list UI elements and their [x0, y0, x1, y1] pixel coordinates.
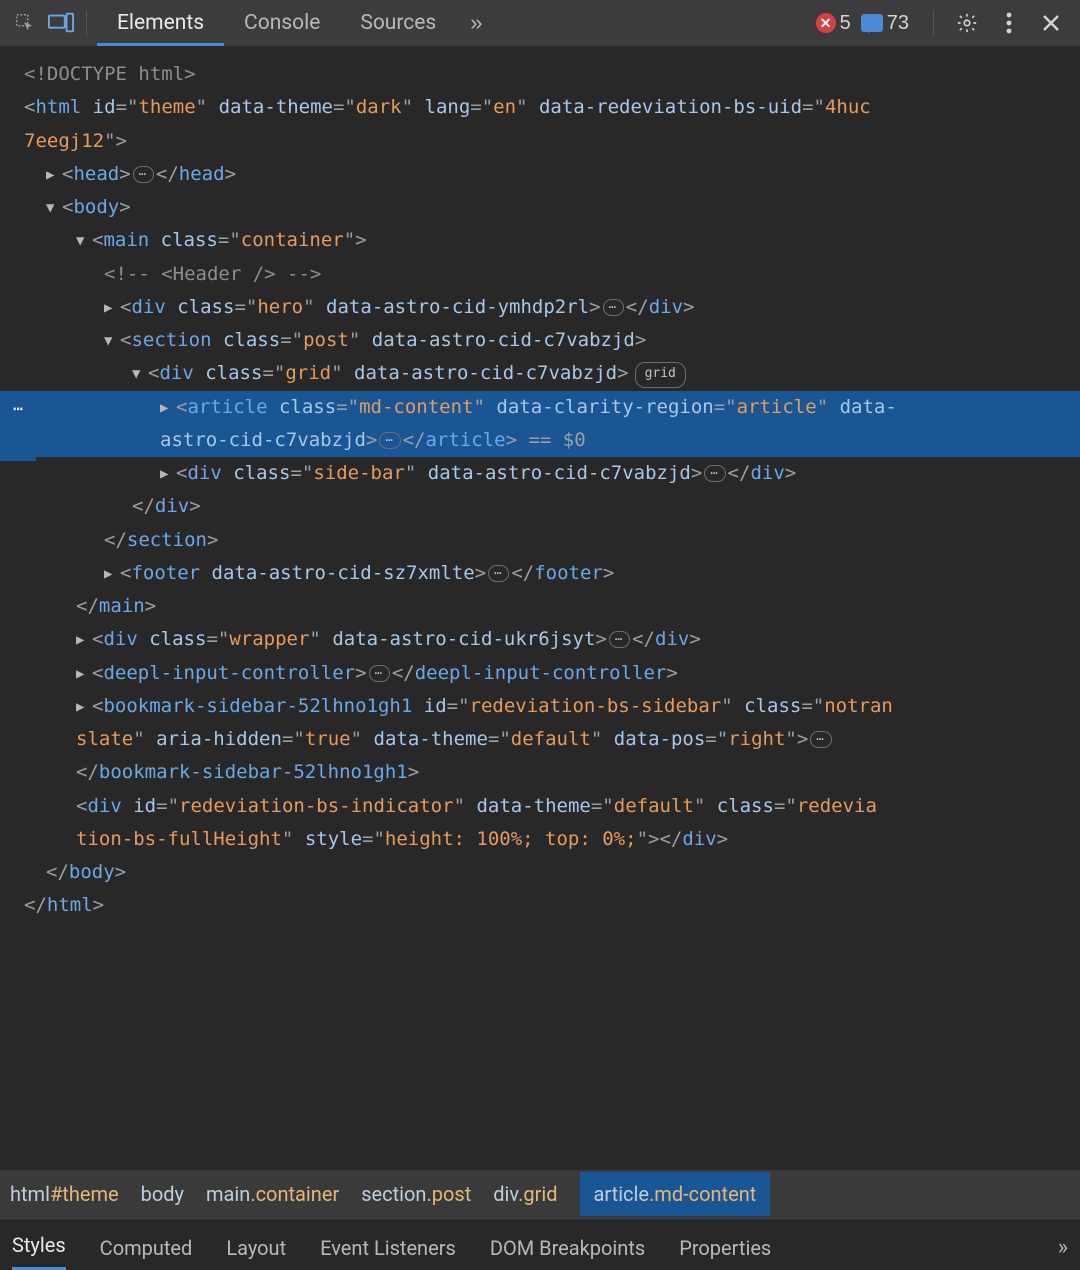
- grid-close[interactable]: </div>: [0, 490, 1080, 523]
- grid-open[interactable]: ▼<div class="grid" data-astro-cid-c7vabz…: [0, 357, 1080, 390]
- ellipsis-icon[interactable]: ⋯: [488, 565, 509, 582]
- subtab-properties[interactable]: Properties: [679, 1236, 771, 1270]
- settings-icon[interactable]: [952, 8, 982, 38]
- device-toggle-icon[interactable]: [44, 6, 78, 40]
- subtab-styles[interactable]: Styles: [12, 1233, 66, 1270]
- issues-count[interactable]: 73: [861, 12, 909, 35]
- ellipsis-icon[interactable]: ⋯: [609, 631, 630, 648]
- ellipsis-icon[interactable]: ⋯: [603, 299, 624, 316]
- issues-icon: [861, 14, 883, 32]
- body-open[interactable]: ▼<body>: [0, 191, 1080, 224]
- ellipsis-icon[interactable]: ⋯: [810, 731, 831, 748]
- more-subtabs-icon[interactable]: »: [1058, 1235, 1068, 1270]
- subtab-layout[interactable]: Layout: [226, 1236, 286, 1270]
- breadcrumb-item[interactable]: main.container: [206, 1182, 339, 1206]
- selected-node-row[interactable]: ⋯ ▶<article class="md-content" data-clar…: [0, 391, 1080, 458]
- sidebar-line[interactable]: ▶<div class="side-bar" data-astro-cid-c7…: [0, 457, 1080, 490]
- section-close[interactable]: </section>: [0, 524, 1080, 557]
- head-line[interactable]: ▶<head>⋯</head>: [0, 158, 1080, 191]
- subtab-computed[interactable]: Computed: [100, 1236, 193, 1270]
- ellipsis-icon[interactable]: ⋯: [379, 432, 400, 449]
- subtab-event-listeners[interactable]: Event Listeners: [320, 1236, 456, 1270]
- breadcrumb-item[interactable]: body: [141, 1182, 184, 1206]
- deepl-line[interactable]: ▶<deepl-input-controller>⋯</deepl-input-…: [0, 657, 1080, 690]
- footer-line[interactable]: ▶<footer data-astro-cid-sz7xmlte>⋯</foot…: [0, 557, 1080, 590]
- breadcrumb-item[interactable]: section.post: [361, 1182, 471, 1206]
- separator: [933, 10, 934, 36]
- hero-line[interactable]: ▶<div class="hero" data-astro-cid-ymhdp2…: [0, 291, 1080, 324]
- main-open[interactable]: ▼<main class="container">: [0, 224, 1080, 257]
- html-open[interactable]: <html id="theme" data-theme="dark" lang=…: [0, 91, 1080, 124]
- indicator-cont[interactable]: tion-bs-fullHeight" style="height: 100%;…: [0, 823, 1080, 856]
- subtab-dom-breakpoints[interactable]: DOM Breakpoints: [490, 1236, 645, 1270]
- breadcrumb-item[interactable]: div.grid: [493, 1182, 557, 1206]
- bookmark-close[interactable]: </bookmark-sidebar-52lhno1gh1>: [0, 756, 1080, 789]
- error-count[interactable]: ✕ 5: [816, 12, 851, 35]
- main-close[interactable]: </main>: [0, 590, 1080, 623]
- header-comment[interactable]: <!-- <Header /> -->: [0, 258, 1080, 291]
- more-menu-icon[interactable]: [994, 8, 1024, 38]
- indicator-open[interactable]: <div id="redeviation-bs-indicator" data-…: [0, 790, 1080, 823]
- ellipsis-icon[interactable]: ⋯: [704, 465, 725, 482]
- grid-badge[interactable]: grid: [635, 362, 686, 388]
- section-open[interactable]: ▼<section class="post" data-astro-cid-c7…: [0, 324, 1080, 357]
- breadcrumb-item[interactable]: html#theme: [10, 1182, 119, 1206]
- more-tabs-icon[interactable]: »: [456, 10, 496, 36]
- inspect-icon[interactable]: [8, 6, 42, 40]
- bookmark-cont[interactable]: slate" aria-hidden="true" data-theme="de…: [0, 723, 1080, 756]
- ellipsis-icon[interactable]: ⋯: [133, 166, 154, 183]
- tab-elements[interactable]: Elements: [97, 1, 224, 46]
- devtools-toolbar: ElementsConsoleSources » ✕ 5 73: [0, 0, 1080, 46]
- elements-tree[interactable]: <!DOCTYPE html> <html id="theme" data-th…: [0, 46, 1080, 1170]
- html-open-cont[interactable]: 7eegj12">: [0, 125, 1080, 158]
- gutter-more-icon[interactable]: ⋯: [0, 391, 36, 461]
- tab-sources[interactable]: Sources: [340, 1, 456, 46]
- doctype-line[interactable]: <!DOCTYPE html>: [0, 58, 1080, 91]
- tab-console[interactable]: Console: [224, 1, 340, 46]
- ellipsis-icon[interactable]: ⋯: [369, 665, 390, 682]
- html-close[interactable]: </html>: [0, 889, 1080, 922]
- error-icon: ✕: [816, 13, 836, 33]
- wrapper-line[interactable]: ▶<div class="wrapper" data-astro-cid-ukr…: [0, 623, 1080, 656]
- separator: [86, 10, 87, 36]
- breadcrumb-item[interactable]: article.md-content: [580, 1172, 771, 1216]
- body-close[interactable]: </body>: [0, 856, 1080, 889]
- bookmark-open[interactable]: ▶<bookmark-sidebar-52lhno1gh1 id="redevi…: [0, 690, 1080, 723]
- breadcrumb-bar: html#theme body main.container section.post…: [0, 1170, 1080, 1218]
- styles-subtab-bar: Styles Computed Layout Event Listeners DOM B…: [0, 1218, 1080, 1270]
- close-icon[interactable]: [1036, 8, 1066, 38]
